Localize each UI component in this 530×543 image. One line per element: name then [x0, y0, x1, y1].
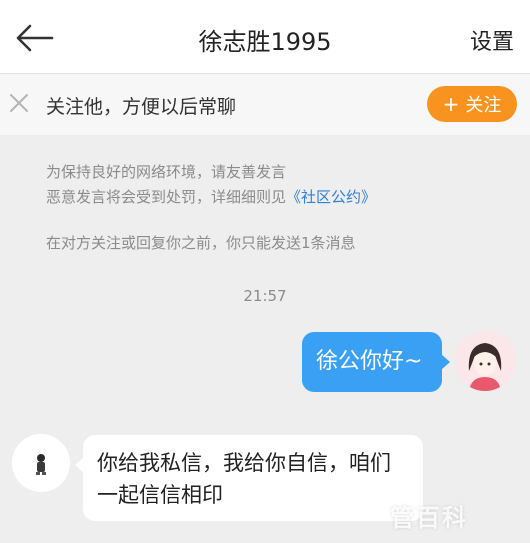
follow-button-label: 关注: [465, 95, 502, 116]
message-limit-notice: 在对方关注或回复你之前，你只能发送1条消息: [46, 234, 356, 252]
notice-line-2-text: 恶意发言将会受到处罚，详细细则见: [46, 188, 287, 206]
notice-line-2: 恶意发言将会受到处罚，详细细则见《社区公约》: [46, 185, 496, 210]
follow-suggestion-text: 关注他，方便以后常聊: [46, 96, 237, 118]
notice-line-1: 为保持良好的网络环境，请友善发言: [46, 163, 287, 181]
contact-avatar[interactable]: [12, 434, 70, 492]
settings-button[interactable]: 设置: [470, 24, 514, 56]
page-title: 徐志胜1995: [198, 28, 332, 56]
plus-icon: +: [442, 92, 460, 116]
sent-message-bubble[interactable]: 徐公你好~: [302, 332, 450, 392]
follow-button[interactable]: + 关注: [427, 86, 517, 122]
community-rules-link[interactable]: 《社区公约》: [286, 188, 376, 206]
message-timestamp: 21:57: [243, 287, 287, 305]
watermark-text: 管百科: [390, 504, 468, 532]
close-icon[interactable]: [8, 92, 30, 114]
received-message-bubble[interactable]: 你给我私信，我给你自信，咱们一起信信相印: [75, 435, 423, 521]
top-bar: 徐志胜1995 设置: [0, 0, 530, 74]
my-avatar[interactable]: [455, 331, 515, 391]
community-notice: 为保持良好的网络环境，请友善发言 恶意发言将会受到处罚，详细细则见《社区公约》: [46, 160, 496, 210]
